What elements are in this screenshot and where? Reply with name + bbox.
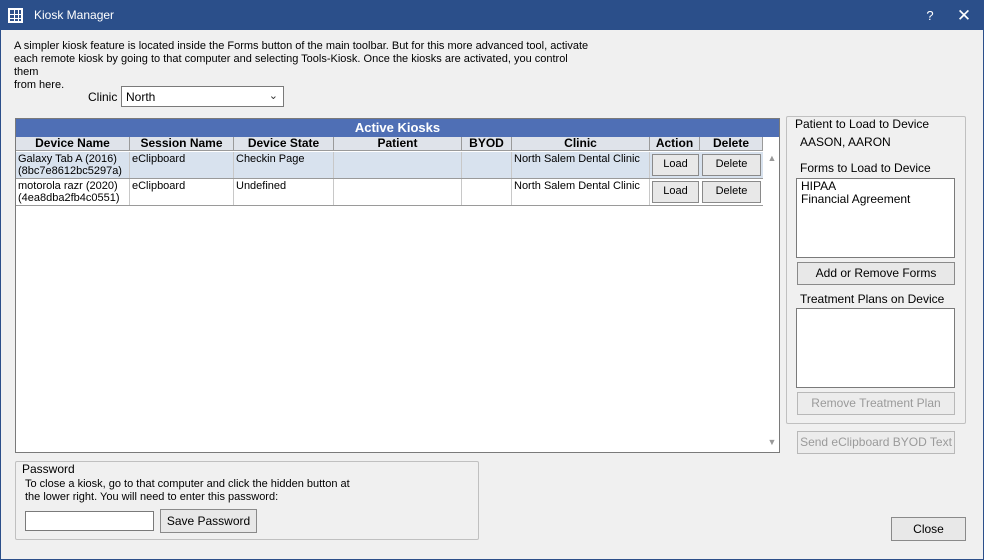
column-header-clinic[interactable]: Clinic [512,137,650,151]
column-header-session-name[interactable]: Session Name [130,137,234,151]
patient-cell [334,152,462,178]
intro-line: A simpler kiosk feature is located insid… [14,40,589,52]
column-header-action[interactable]: Action [650,137,700,151]
device-state-cell: Checkin Page [234,152,334,178]
app-grid-icon [8,8,23,23]
password-group-title: Password [20,462,77,476]
treatment-plans-list[interactable] [796,308,955,388]
clinic-cell: North Salem Dental Clinic [512,152,650,178]
password-desc-line: the lower right. You will need to enter … [25,491,279,503]
delete-button[interactable]: Delete [702,181,761,203]
active-kiosks-grid: Active Kiosks Device Name Session Name D… [15,118,780,453]
column-header-byod[interactable]: BYOD [462,137,512,151]
table-row[interactable]: motorola razr (2020) (4ea8dba2fb4c0551) … [16,179,763,206]
chevron-down-icon: ⌄ [268,90,278,102]
clinic-select-value: North [126,90,156,104]
byod-cell [462,152,512,178]
column-header-patient[interactable]: Patient [334,137,462,151]
device-name: motorola razr (2020) [18,180,118,192]
table-row[interactable]: Galaxy Tab A (2016) (8bc7e8612bc5297a) e… [16,152,763,179]
patient-cell [334,179,462,205]
password-description: To close a kiosk, go to that computer an… [25,478,365,504]
title-bar: Kiosk Manager ? ✕ [1,1,983,30]
password-desc-line: To close a kiosk, go to that computer an… [25,478,350,490]
window-title: Kiosk Manager [34,8,115,22]
intro-text: A simpler kiosk feature is located insid… [14,40,594,92]
column-header-delete[interactable]: Delete [700,137,763,151]
column-header-device-state[interactable]: Device State [234,137,334,151]
session-name-cell: eClipboard [130,152,234,178]
device-state-cell: Undefined [234,179,334,205]
help-button[interactable]: ? [919,5,941,27]
forms-list[interactable]: HIPAA Financial Agreement [796,178,955,258]
scroll-up-arrow-icon[interactable]: ▲ [766,153,778,167]
clinic-label: Clinic [88,90,118,104]
close-button[interactable]: Close [891,517,966,541]
remove-treatment-plan-button[interactable]: Remove Treatment Plan [797,392,955,415]
load-button[interactable]: Load [652,181,699,203]
byod-cell [462,179,512,205]
grid-header-row: Device Name Session Name Device State Pa… [16,137,763,151]
column-header-device-name[interactable]: Device Name [16,137,130,151]
clinic-select[interactable]: North ⌄ [121,86,284,107]
add-remove-forms-button[interactable]: Add or Remove Forms [797,262,955,285]
patient-load-group-title: Patient to Load to Device [793,117,932,131]
device-id: (4ea8dba2fb4c0551) [18,192,120,204]
load-button[interactable]: Load [652,154,699,176]
send-byod-text-button[interactable]: Send eClipboard BYOD Text [797,431,955,454]
device-name-cell: Galaxy Tab A (2016) (8bc7e8612bc5297a) [16,152,130,178]
patient-name: AASON, AARON [800,135,891,149]
device-id: (8bc7e8612bc5297a) [18,165,122,177]
forms-label: Forms to Load to Device [800,161,931,175]
device-name: Galaxy Tab A (2016) [18,153,117,165]
device-name-cell: motorola razr (2020) (4ea8dba2fb4c0551) [16,179,130,205]
window-close-icon[interactable]: ✕ [953,5,975,27]
session-name-cell: eClipboard [130,179,234,205]
delete-button[interactable]: Delete [702,154,761,176]
grid-title: Active Kiosks [16,119,779,137]
treatment-plans-label: Treatment Plans on Device [800,292,945,306]
intro-line: each remote kiosk by going to that compu… [14,53,568,78]
clinic-cell: North Salem Dental Clinic [512,179,650,205]
list-item[interactable]: Financial Agreement [801,193,950,206]
save-password-button[interactable]: Save Password [160,509,257,533]
password-input[interactable] [25,511,154,531]
scroll-down-arrow-icon[interactable]: ▼ [766,437,778,451]
